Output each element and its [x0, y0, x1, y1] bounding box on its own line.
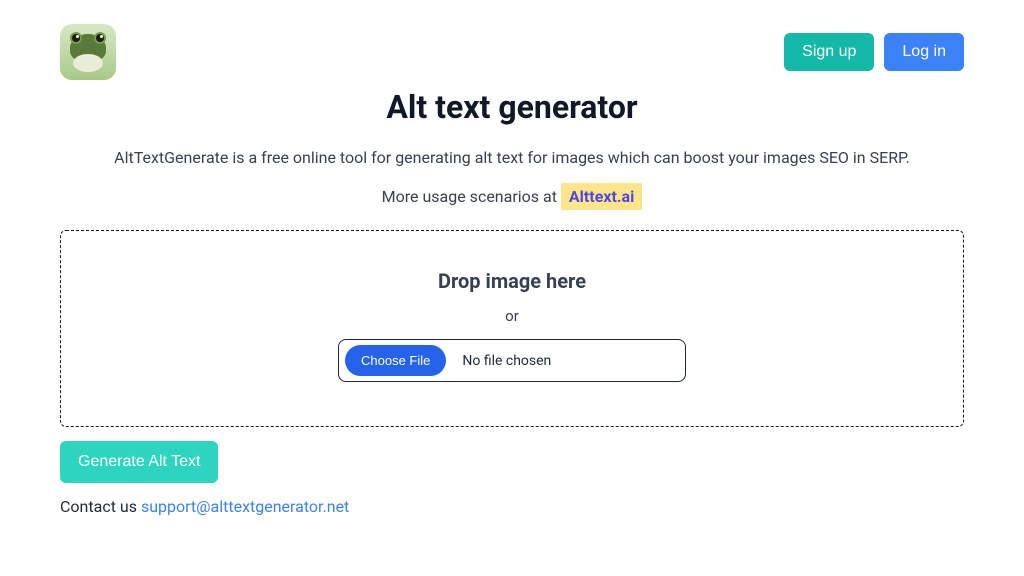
contact-email-link[interactable]: support@alttextgenerator.net	[141, 497, 349, 516]
generate-alt-text-button[interactable]: Generate Alt Text	[60, 441, 218, 483]
signup-button[interactable]: Sign up	[784, 33, 874, 71]
header-buttons: Sign up Log in	[784, 33, 964, 71]
drop-title: Drop image here	[81, 269, 943, 293]
alttext-ai-link[interactable]: Alttext.ai	[561, 183, 642, 210]
main-content: Alt text generator AltTextGenerate is a …	[0, 88, 1024, 516]
usage-prefix: More usage scenarios at	[382, 187, 561, 206]
or-label: or	[81, 307, 943, 325]
usage-scenarios: More usage scenarios at Alttext.ai	[60, 187, 964, 206]
contact-info: Contact us support@alttextgenerator.net	[60, 497, 964, 516]
dropzone[interactable]: Drop image here or Choose File No file c…	[60, 230, 964, 427]
login-button[interactable]: Log in	[884, 33, 964, 71]
logo-frog-icon[interactable]	[60, 24, 116, 80]
contact-prefix: Contact us	[60, 497, 141, 516]
file-status-text: No file chosen	[462, 353, 551, 369]
header: Sign up Log in	[0, 0, 1024, 80]
description-text: AltTextGenerate is a free online tool fo…	[60, 148, 964, 167]
choose-file-button[interactable]: Choose File	[345, 345, 446, 376]
file-input[interactable]: Choose File No file chosen	[338, 339, 686, 382]
page-title: Alt text generator	[60, 88, 964, 126]
